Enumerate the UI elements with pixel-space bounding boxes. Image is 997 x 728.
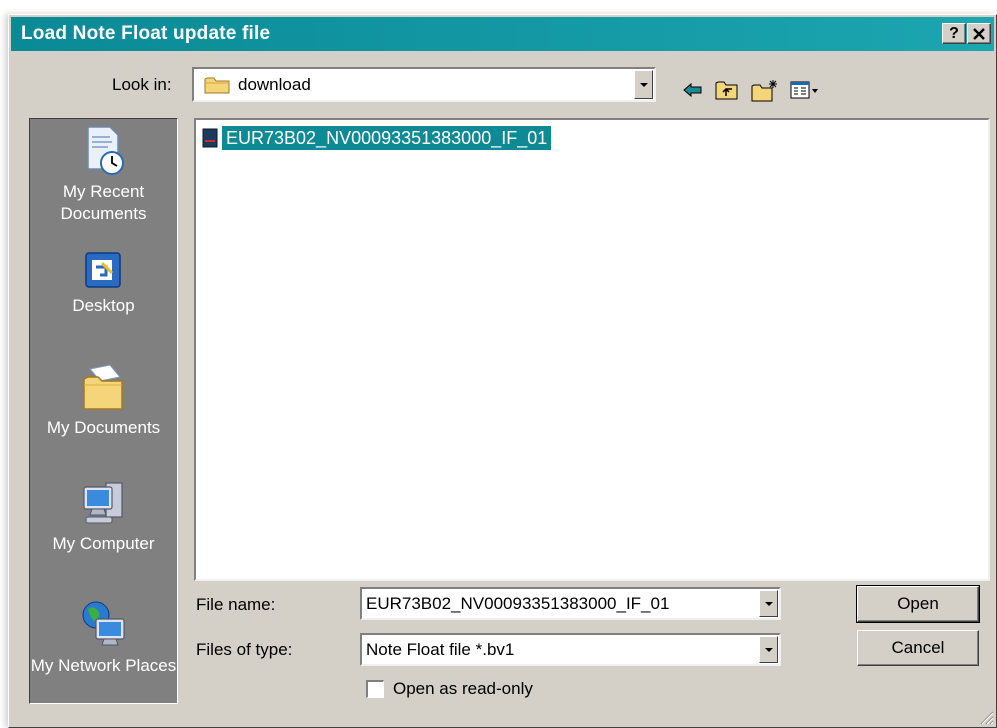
desktop-icon xyxy=(84,252,121,288)
recent-documents-icon xyxy=(86,126,124,175)
network-places-icon xyxy=(82,601,125,646)
read-only-label[interactable]: Open as read-only xyxy=(393,679,533,699)
open-button[interactable]: Open xyxy=(856,585,980,623)
resize-grip-icon[interactable] xyxy=(978,709,994,725)
new-folder-icon[interactable] xyxy=(751,79,779,103)
place-my-recent-documents[interactable]: My Recent Documents xyxy=(30,125,177,225)
my-documents-icon xyxy=(82,364,123,410)
help-button[interactable]: ? xyxy=(942,23,966,44)
look-in-value: download xyxy=(238,75,311,94)
files-of-type-dropdown-arrow[interactable] xyxy=(759,636,778,663)
file-icon xyxy=(202,128,218,148)
place-desktop[interactable]: Desktop xyxy=(30,251,177,317)
read-only-checkbox[interactable] xyxy=(366,680,384,698)
place-label: My Computer xyxy=(52,534,155,553)
place-label: My Network Places xyxy=(30,656,177,675)
view-menu-icon[interactable] xyxy=(790,79,820,103)
up-folder-icon[interactable] xyxy=(715,79,739,103)
files-of-type-dropdown[interactable]: Note Float file *.bv1 xyxy=(360,633,781,666)
file-name-dropdown-arrow[interactable] xyxy=(759,590,778,617)
look-in-label: Look in: xyxy=(112,75,172,94)
place-label: My Documents xyxy=(46,418,161,437)
close-icon xyxy=(973,28,985,40)
place-label: Desktop xyxy=(72,296,135,315)
file-name-input[interactable]: EUR73B02_NV00093351383000_IF_01 xyxy=(360,587,781,620)
place-my-computer[interactable]: My Computer xyxy=(30,479,177,555)
places-bar: My Recent Documents Desktop My Documents xyxy=(29,118,178,704)
files-of-type-label: Files of type: xyxy=(196,640,293,659)
dialog-title: Load Note Float update file xyxy=(21,23,271,44)
folder-icon xyxy=(204,75,232,100)
file-name: EUR73B02_NV00093351383000_IF_01 xyxy=(222,126,552,150)
title-bar[interactable]: Load Note Float update file ? xyxy=(11,17,994,51)
my-computer-icon xyxy=(82,482,123,524)
look-in-dropdown[interactable]: download xyxy=(192,67,656,102)
files-of-type-value: Note Float file *.bv1 xyxy=(366,640,515,659)
file-name-value: EUR73B02_NV00093351383000_IF_01 xyxy=(366,594,670,613)
cancel-button[interactable]: Cancel xyxy=(857,630,979,666)
back-icon[interactable] xyxy=(682,79,704,103)
look-in-dropdown-arrow[interactable] xyxy=(634,70,653,99)
place-my-documents[interactable]: My Documents xyxy=(30,363,177,439)
close-button[interactable] xyxy=(967,23,991,44)
open-file-dialog: Load Note Float update file ? Look in: d… xyxy=(8,14,997,728)
file-list[interactable]: EUR73B02_NV00093351383000_IF_01 xyxy=(194,118,990,581)
place-label: My Recent Documents xyxy=(60,182,147,223)
file-name-label: File name: xyxy=(196,595,276,614)
place-my-network-places[interactable]: My Network Places xyxy=(30,599,177,677)
